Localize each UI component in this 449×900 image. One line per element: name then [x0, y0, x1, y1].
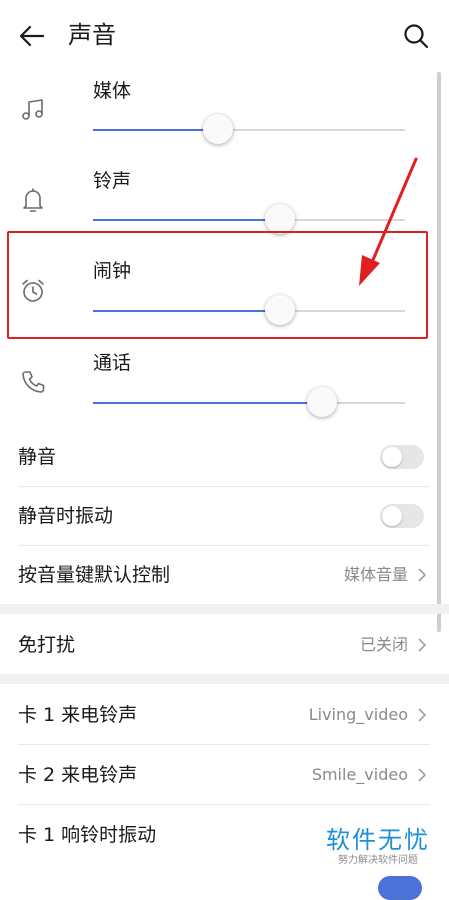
vibrate-when-muted-toggle[interactable]: [380, 504, 424, 528]
chevron-right-icon: [418, 708, 427, 722]
header: 声音: [0, 0, 449, 70]
volume-label: 铃声: [93, 170, 132, 192]
section-gap: [0, 604, 449, 614]
partial-toggle[interactable]: [378, 876, 422, 900]
search-button[interactable]: [402, 22, 430, 50]
search-icon: [404, 24, 429, 49]
volume-key-control-row[interactable]: 按音量键默认控制 媒体音量: [0, 546, 430, 604]
setting-value: Smile_video: [311, 765, 408, 784]
chevron-right-icon: [418, 568, 427, 582]
slider-thumb[interactable]: [265, 204, 296, 234]
setting-label: 静音时振动: [18, 505, 114, 527]
sim1-ringtone-row[interactable]: 卡 1 来电铃声 Living_video: [0, 686, 430, 744]
sim2-ringtone-row[interactable]: 卡 2 来电铃声 Smile_video: [0, 746, 430, 804]
setting-label: 按音量键默认控制: [18, 564, 171, 586]
vibrate-when-muted-row[interactable]: 静音时振动: [0, 487, 430, 545]
music-note-icon: [18, 94, 48, 124]
section-gap: [0, 674, 449, 684]
phone-icon: [18, 367, 48, 397]
bell-icon: [18, 185, 48, 215]
mute-toggle[interactable]: [380, 445, 424, 469]
slider-thumb[interactable]: [202, 114, 233, 144]
volume-slider-call[interactable]: [93, 387, 405, 417]
setting-label: 卡 1 响铃时振动: [18, 824, 157, 846]
setting-label: 卡 1 来电铃声: [18, 704, 138, 726]
chevron-right-icon: [418, 638, 427, 652]
slider-fill: [93, 402, 323, 404]
slider-fill: [93, 129, 218, 131]
volume-label: 媒体: [93, 80, 132, 102]
slider-thumb[interactable]: [307, 387, 338, 417]
back-button[interactable]: [18, 22, 46, 50]
mute-row[interactable]: 静音: [0, 428, 430, 486]
do-not-disturb-row[interactable]: 免打扰 已关闭: [0, 616, 430, 674]
setting-label: 卡 2 来电铃声: [18, 764, 138, 786]
watermark-subtitle: 努力解决软件问题: [338, 855, 418, 866]
annotation-arrow-icon: [359, 157, 418, 286]
arrow-left-icon: [19, 25, 45, 47]
setting-label: 免打扰: [18, 634, 76, 656]
toggle-knob: [382, 447, 402, 467]
volume-row-call: 通话: [0, 344, 430, 434]
setting-label: 静音: [18, 446, 57, 468]
page-title: 声音: [68, 21, 116, 49]
slider-fill: [93, 219, 281, 221]
toggle-knob: [382, 506, 402, 526]
setting-value: 媒体音量: [343, 565, 408, 584]
scrollbar[interactable]: [437, 72, 441, 632]
volume-label: 通话: [93, 352, 132, 374]
divider: [18, 744, 430, 745]
chevron-right-icon: [418, 768, 427, 782]
watermark: 软件无忧 努力解决软件问题: [326, 826, 430, 868]
setting-value: 已关闭: [359, 635, 408, 654]
volume-slider-media[interactable]: [93, 114, 405, 144]
volume-row-media: 媒体: [0, 72, 430, 162]
setting-value: Living_video: [308, 705, 408, 724]
divider: [18, 804, 430, 805]
watermark-title: 软件无忧: [326, 826, 430, 854]
